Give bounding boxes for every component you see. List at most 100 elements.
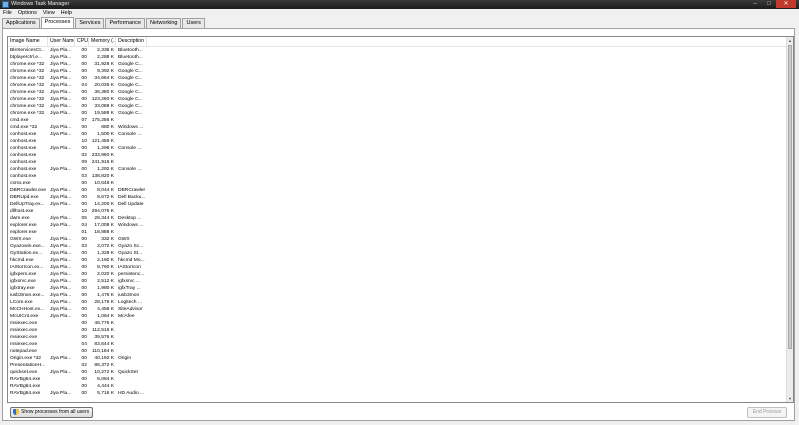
cell-image-name: GWX.exe: [10, 237, 31, 242]
table-row[interactable]: chrome.exe *32 Jiya Pla... 00 123,260 K Goog…: [8, 96, 793, 103]
process-list[interactable]: Image Name User Name CPU Memory (... Des…: [7, 36, 794, 403]
tab-performance[interactable]: Performance: [105, 18, 145, 28]
table-row[interactable]: conhost.exe 02 233,960 K: [8, 152, 793, 159]
table-row[interactable]: IAStorIcon.ex... Jiya Pla... 00 8,760 K IASt…: [8, 264, 793, 271]
table-row[interactable]: msiexec.exe 00 39,576 K: [8, 334, 793, 341]
table-row[interactable]: conhost.exe Jiya Pla... 00 1,296 K Console .…: [8, 145, 793, 152]
maximize-button[interactable]: □: [762, 0, 776, 8]
table-row[interactable]: notepad.exe 00 110,184 K: [8, 348, 793, 355]
table-row[interactable]: conhost.exe 10 121,456 K: [8, 138, 793, 145]
cell-image-name: McCHHost.ex...: [10, 307, 45, 312]
close-button[interactable]: ✕: [776, 0, 796, 8]
column-header-memory[interactable]: Memory (...: [89, 37, 116, 46]
table-row[interactable]: dwm.exe Jiya Pla... 05 28,344 K Desktop ...: [8, 215, 793, 222]
cell-image-name: conhost.exe: [10, 160, 37, 165]
table-row[interactable]: csrss.exe 00 10,648 K: [8, 180, 793, 187]
cell-memory: 233,960 K: [91, 153, 114, 158]
table-row[interactable]: explorer.exe 01 18,888 K: [8, 229, 793, 236]
table-row[interactable]: DBRCrawler.exe Jiya Pla... 00 8,044 K DBRCra…: [8, 187, 793, 194]
table-row[interactable]: chrome.exe *32 Jiya Pla... 00 19,588 K Googl…: [8, 110, 793, 117]
minimize-button[interactable]: –: [748, 0, 762, 8]
scrollbar-thumb[interactable]: [788, 45, 792, 349]
column-header-cpu[interactable]: CPU: [75, 37, 89, 46]
table-row[interactable]: msiexec.exe 00 112,516 K: [8, 327, 793, 334]
cell-memory: 8,760 K: [97, 265, 114, 270]
table-row[interactable]: msiexec.exe 04 83,644 K: [8, 341, 793, 348]
table-row[interactable]: GyStation.ex... Jiya Pla... 00 1,328 K Gyazo…: [8, 250, 793, 257]
table-row[interactable]: Origin.exe *32 Jiya Pla... 00 40,192 K Origi…: [8, 355, 793, 362]
tab-networking[interactable]: Networking: [145, 18, 182, 28]
vertical-scrollbar[interactable]: ▲ ▼: [786, 37, 793, 402]
table-row[interactable]: chrome.exe *32 Jiya Pla... 00 33,088 K Googl…: [8, 103, 793, 110]
table-row[interactable]: conhost.exe Jiya Pla... 00 1,292 K Console .…: [8, 166, 793, 173]
menu-options[interactable]: Options: [15, 9, 40, 17]
table-row[interactable]: chrome.exe *32 Jiya Pla... 04 20,036 K Googl…: [8, 82, 793, 89]
table-row[interactable]: LCore.exe Jiya Pla... 00 28,176 K Logitech .…: [8, 299, 793, 306]
table-row[interactable]: Gyazowin.exe... Jiya Pla... 03 2,072 K Gyazo…: [8, 243, 793, 250]
table-row[interactable]: DBRUpd.exe Jiya Pla... 00 8,672 K Dell Backu…: [8, 194, 793, 201]
menu-file[interactable]: File: [0, 9, 15, 17]
column-header-description[interactable]: Description: [116, 37, 147, 46]
table-row[interactable]: McCHHost.ex... Jiya Pla... 00 4,456 K SiteAd…: [8, 306, 793, 313]
cell-cpu: 03: [81, 244, 87, 249]
table-row[interactable]: BleServicesCt... Jiya Pla... 00 2,336 K Blue…: [8, 47, 793, 54]
table-row[interactable]: conhost.exe Jiya Pla... 00 1,500 K Console .…: [8, 131, 793, 138]
cell-user-name: Jiya Pla...: [50, 265, 72, 270]
tab-users[interactable]: Users: [182, 18, 205, 28]
column-header-image-name[interactable]: Image Name: [8, 37, 48, 46]
column-header-user-name[interactable]: User Name: [48, 37, 75, 46]
table-row[interactable]: cmd.exe 07 175,256 K: [8, 117, 793, 124]
cell-cpu: 00: [81, 62, 87, 67]
table-row[interactable]: explorer.exe Jiya Pla... 04 17,008 K Windows…: [8, 222, 793, 229]
table-row[interactable]: chrome.exe *32 Jiya Pla... 00 9,392 K Google…: [8, 68, 793, 75]
menu-help[interactable]: Help: [58, 9, 75, 17]
cell-image-name: McUICnt.exe: [10, 314, 39, 319]
table-row[interactable]: msiexec.exe 00 46,776 K: [8, 320, 793, 327]
show-all-processes-button[interactable]: Show processes from all users: [10, 407, 94, 418]
table-row[interactable]: RAVBg64.exe Jiya Pla... 00 5,716 K HD Audio …: [8, 390, 793, 397]
cell-description: igfxsrvc ...: [118, 279, 141, 284]
table-row[interactable]: conhost.exe 03 138,820 K: [8, 173, 793, 180]
table-row[interactable]: igfxtray.exe Jiya Pla... 00 1,980 K igfxTray…: [8, 285, 793, 292]
tab-applications[interactable]: Applications: [2, 18, 40, 28]
cell-user-name: [48, 180, 75, 187]
cell-memory: 40,192 K: [94, 356, 114, 361]
table-row[interactable]: cmd.exe *32 Jiya Pla... 00 880 K Windows ...: [8, 124, 793, 131]
cell-image-name: msiexec.exe: [10, 335, 38, 340]
table-row[interactable]: igfxsrvc.exe Jiya Pla... 00 2,512 K igfxsrvc…: [8, 278, 793, 285]
menu-view[interactable]: View: [40, 9, 58, 17]
cell-memory: 4,444 K: [97, 384, 114, 389]
tab-processes[interactable]: Processes: [40, 17, 75, 28]
table-row[interactable]: quickset.exe Jiya Pla... 00 10,272 K QuickSe…: [8, 369, 793, 376]
cell-cpu: 00: [81, 104, 87, 109]
table-row[interactable]: McUICnt.exe Jiya Pla... 00 1,064 K McAfee: [8, 313, 793, 320]
scroll-down-icon[interactable]: ▼: [787, 395, 793, 402]
table-row[interactable]: btplayerctrl.e... Jiya Pla... 00 2,288 K Blu…: [8, 54, 793, 61]
table-row[interactable]: igfxpers.exe Jiya Pla... 00 2,020 K persiste…: [8, 271, 793, 278]
cell-memory: 241,916 K: [91, 160, 114, 165]
table-row[interactable]: hkcmd.exe Jiya Pla... 00 2,160 K hkcmd Mo...: [8, 257, 793, 264]
table-row[interactable]: chrome.exe *32 Jiya Pla... 00 34,664 K Googl…: [8, 75, 793, 82]
table-row[interactable]: RAVBg64.exe 00 5,084 K: [8, 376, 793, 383]
cell-user-name: Jiya Pla...: [50, 272, 72, 277]
table-row[interactable]: PresentationH... 02 86,372 K: [8, 362, 793, 369]
cell-image-name: explorer.exe: [10, 230, 37, 235]
table-row[interactable]: dllhost.exe 10 294,076 K: [8, 208, 793, 215]
cell-cpu: 00: [81, 97, 87, 102]
cell-image-name: BleServicesCt...: [10, 48, 45, 53]
end-process-button[interactable]: End Process: [747, 407, 787, 418]
tab-services[interactable]: Services: [75, 18, 105, 28]
table-row[interactable]: chrome.exe *32 Jiya Pla... 00 31,928 K Googl…: [8, 61, 793, 68]
scroll-up-icon[interactable]: ▲: [787, 37, 793, 44]
table-row[interactable]: conhost.exe 09 241,916 K: [8, 159, 793, 166]
cell-memory: 83,644 K: [94, 342, 114, 347]
cell-image-name: btplayerctrl.e...: [10, 55, 43, 60]
table-row[interactable]: iusb3mon.exe... Jiya Pla... 00 1,476 K iusb3…: [8, 292, 793, 299]
table-row[interactable]: DellUpTray.ex... Jiya Pla... 00 14,200 K Del…: [8, 201, 793, 208]
cell-user-name: Jiya Pla...: [50, 146, 72, 151]
table-row[interactable]: RAVBg64.exe 00 4,444 K: [8, 383, 793, 390]
table-row[interactable]: chrome.exe *32 Jiya Pla... 00 36,380 K Googl…: [8, 89, 793, 96]
table-row[interactable]: GWX.exe Jiya Pla... 00 332 K GWX: [8, 236, 793, 243]
cell-image-name: igfxsrvc.exe: [10, 279, 36, 284]
cell-image-name: msiexec.exe: [10, 342, 38, 347]
